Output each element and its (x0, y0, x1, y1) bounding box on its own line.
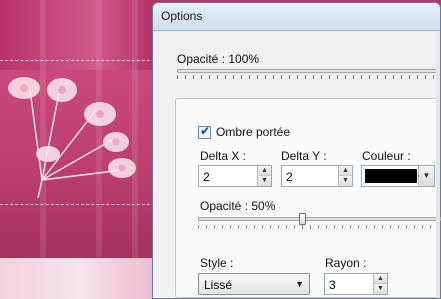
selection-marquee-top (0, 60, 160, 61)
style-select[interactable]: Lissé ▼ (198, 273, 310, 295)
selection-marquee-bottom (0, 204, 160, 205)
delta-x-value: 2 (203, 170, 210, 184)
style-label: Style : (200, 256, 234, 270)
top-opacity-slider[interactable] (177, 69, 440, 73)
delta-y-label: Delta Y : (281, 149, 327, 163)
dialog-titlebar[interactable]: Options (153, 3, 440, 31)
radius-spinbox[interactable]: 3 ▲ ▼ (324, 273, 388, 295)
drop-shadow-checkbox[interactable]: ✔ (198, 124, 211, 139)
check-icon: ✔ (200, 124, 211, 138)
delta-x-down-arrow-icon[interactable]: ▼ (257, 176, 271, 186)
chevron-down-icon[interactable]: ▼ (418, 166, 434, 186)
delta-y-down-arrow-icon[interactable]: ▼ (338, 176, 352, 186)
delta-y-spinbox[interactable]: 2 ▲ ▼ (281, 165, 353, 187)
radius-up-arrow-icon[interactable]: ▲ (373, 274, 387, 284)
style-value: Lissé (204, 278, 233, 292)
bouquet-fan-image (8, 77, 136, 199)
radius-value: 3 (329, 278, 336, 292)
radius-label: Rayon : (325, 256, 367, 270)
delta-x-up-arrow-icon[interactable]: ▲ (257, 166, 271, 176)
top-opacity-label: Opacité : 100% (177, 52, 260, 66)
shadow-group: ✔ Ombre portée Delta X : 2 ▲ ▼ Delta Y :… (175, 98, 441, 298)
radius-down-arrow-icon[interactable]: ▼ (373, 284, 387, 294)
drop-shadow-label: Ombre portée (216, 125, 291, 139)
delta-y-up-arrow-icon[interactable]: ▲ (338, 166, 352, 176)
delta-x-label: Delta X : (200, 149, 247, 163)
dialog-title: Options (161, 9, 203, 23)
shadow-opacity-label: Opacité : 50% (200, 199, 276, 213)
color-picker[interactable]: ▼ (361, 165, 435, 187)
shadow-opacity-thumb[interactable] (299, 213, 306, 225)
delta-x-spinbox[interactable]: 2 ▲ ▼ (198, 165, 272, 187)
dialog-content: Opacité : 100% ✔ Ombre portée Delta X : … (153, 32, 441, 298)
shadow-opacity-ticks (198, 225, 441, 229)
top-opacity-ticks (177, 75, 440, 79)
chevron-down-icon: ▼ (295, 279, 304, 289)
color-swatch (365, 169, 417, 183)
delta-y-value: 2 (286, 170, 293, 184)
options-dialog: Options Opacité : 100% ✔ Ombre portée De… (152, 2, 441, 299)
shadow-opacity-slider[interactable] (198, 217, 441, 221)
dialog-right-edge (436, 32, 440, 298)
color-label: Couleur : (362, 149, 411, 163)
canvas-bottom-strip (0, 258, 160, 299)
